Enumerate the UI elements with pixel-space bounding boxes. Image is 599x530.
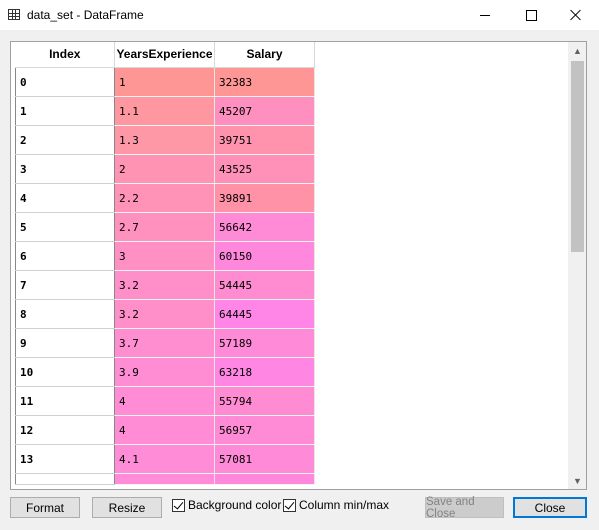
index-cell[interactable]: 7 — [15, 270, 115, 300]
index-cell[interactable]: 1 — [15, 96, 115, 126]
salary-cell[interactable]: 32383 — [214, 67, 315, 97]
format-button[interactable]: Format — [10, 497, 80, 518]
checkbox-checked-icon[interactable] — [172, 498, 185, 512]
index-cell[interactable]: 5 — [15, 212, 115, 242]
background-color-checkbox[interactable]: Background color — [172, 498, 281, 512]
table-row[interactable]: 6 3 60150 — [15, 241, 315, 271]
checkbox-checked-icon[interactable] — [283, 498, 296, 512]
background-color-label: Background color — [188, 498, 282, 512]
table-row[interactable]: 2 1.3 39751 — [15, 125, 315, 155]
table-row[interactable]: 0 1 32383 — [15, 67, 315, 97]
table-row[interactable]: 11 4 55794 — [15, 386, 315, 416]
salary-cell[interactable]: 64445 — [214, 299, 315, 329]
table-row[interactable]: 4 2.2 39891 — [15, 183, 315, 213]
salary-cell[interactable]: 56642 — [214, 212, 315, 242]
index-cell[interactable]: 6 — [15, 241, 115, 271]
close-icon — [570, 9, 582, 21]
salary-cell[interactable]: 39751 — [214, 125, 315, 155]
salary-cell[interactable]: 60150 — [214, 241, 315, 271]
salary-cell[interactable]: 45207 — [214, 96, 315, 126]
salary-cell[interactable] — [214, 473, 315, 485]
maximize-button[interactable] — [508, 0, 554, 30]
years-experience-cell[interactable]: 1 — [114, 67, 215, 97]
years-experience-cell[interactable]: 3 — [114, 241, 215, 271]
years-experience-cell[interactable]: 3.2 — [114, 270, 215, 300]
scrollbar-thumb[interactable] — [571, 61, 584, 252]
window-close-button[interactable] — [553, 0, 599, 30]
years-experience-cell[interactable]: 2 — [114, 154, 215, 184]
table-row[interactable] — [15, 473, 315, 485]
header-row: Index YearsExperience Salary — [15, 42, 315, 68]
window-title: data_set - DataFrame — [27, 8, 144, 22]
chevron-down-icon[interactable]: ▼ — [569, 472, 586, 489]
vertical-scrollbar[interactable]: ▲ ▼ — [568, 42, 586, 489]
close-button[interactable]: Close — [513, 497, 587, 518]
years-experience-cell[interactable]: 3.9 — [114, 357, 215, 387]
save-and-close-button[interactable]: Save and Close — [425, 496, 504, 520]
table-row[interactable]: 12 4 56957 — [15, 415, 315, 445]
table-row[interactable]: 3 2 43525 — [15, 154, 315, 184]
years-experience-cell[interactable]: 1.1 — [114, 96, 215, 126]
index-cell[interactable]: 2 — [15, 125, 115, 155]
index-cell[interactable]: 13 — [15, 444, 115, 474]
data-grid: Index YearsExperience Salary 0 1 32383 1 1.1… — [15, 42, 315, 485]
years-experience-cell[interactable]: 4 — [114, 415, 215, 445]
index-cell[interactable]: 9 — [15, 328, 115, 358]
index-cell[interactable]: 4 — [15, 183, 115, 213]
minimize-button[interactable] — [462, 0, 508, 30]
index-cell[interactable]: 8 — [15, 299, 115, 329]
index-cell[interactable]: 10 — [15, 357, 115, 387]
table-row[interactable]: 8 3.2 64445 — [15, 299, 315, 329]
salary-cell[interactable]: 39891 — [214, 183, 315, 213]
index-cell[interactable]: 0 — [15, 67, 115, 97]
salary-cell[interactable]: 63218 — [214, 357, 315, 387]
dataframe-table[interactable]: Index YearsExperience Salary 0 1 32383 1 1.1… — [10, 41, 587, 490]
table-row[interactable]: 10 3.9 63218 — [15, 357, 315, 387]
column-header-years-experience[interactable]: YearsExperience — [114, 42, 215, 68]
resize-button[interactable]: Resize — [92, 497, 162, 518]
table-row[interactable]: 9 3.7 57189 — [15, 328, 315, 358]
maximize-icon — [525, 9, 537, 21]
title-bar: data_set - DataFrame — [0, 0, 599, 30]
salary-cell[interactable]: 43525 — [214, 154, 315, 184]
salary-cell[interactable]: 57081 — [214, 444, 315, 474]
column-header-salary[interactable]: Salary — [214, 42, 315, 68]
minimize-icon — [480, 15, 490, 16]
years-experience-cell[interactable]: 1.3 — [114, 125, 215, 155]
years-experience-cell[interactable]: 2.2 — [114, 183, 215, 213]
column-minmax-label: Column min/max — [299, 498, 390, 512]
index-cell[interactable]: 3 — [15, 154, 115, 184]
table-row[interactable]: 7 3.2 54445 — [15, 270, 315, 300]
salary-cell[interactable]: 57189 — [214, 328, 315, 358]
years-experience-cell[interactable]: 4.1 — [114, 444, 215, 474]
table-icon — [8, 9, 20, 20]
years-experience-cell[interactable]: 3.2 — [114, 299, 215, 329]
salary-cell[interactable]: 55794 — [214, 386, 315, 416]
salary-cell[interactable]: 54445 — [214, 270, 315, 300]
table-row[interactable]: 5 2.7 56642 — [15, 212, 315, 242]
table-row[interactable]: 13 4.1 57081 — [15, 444, 315, 474]
index-cell[interactable]: 11 — [15, 386, 115, 416]
column-minmax-checkbox[interactable]: Column min/max — [283, 498, 389, 512]
years-experience-cell[interactable] — [114, 473, 215, 485]
index-cell[interactable]: 12 — [15, 415, 115, 445]
years-experience-cell[interactable]: 4 — [114, 386, 215, 416]
table-row[interactable]: 1 1.1 45207 — [15, 96, 315, 126]
column-header-index[interactable]: Index — [15, 42, 115, 68]
years-experience-cell[interactable]: 3.7 — [114, 328, 215, 358]
index-cell[interactable] — [15, 473, 115, 485]
salary-cell[interactable]: 56957 — [214, 415, 315, 445]
years-experience-cell[interactable]: 2.7 — [114, 212, 215, 242]
table-body: 0 1 32383 1 1.1 45207 2 1.3 39751 3 2 43525 4 2.2 3989… — [15, 67, 315, 485]
dataframe-editor-window: data_set - DataFrame Index YearsExperien… — [0, 0, 599, 530]
chevron-up-icon[interactable]: ▲ — [569, 42, 586, 59]
